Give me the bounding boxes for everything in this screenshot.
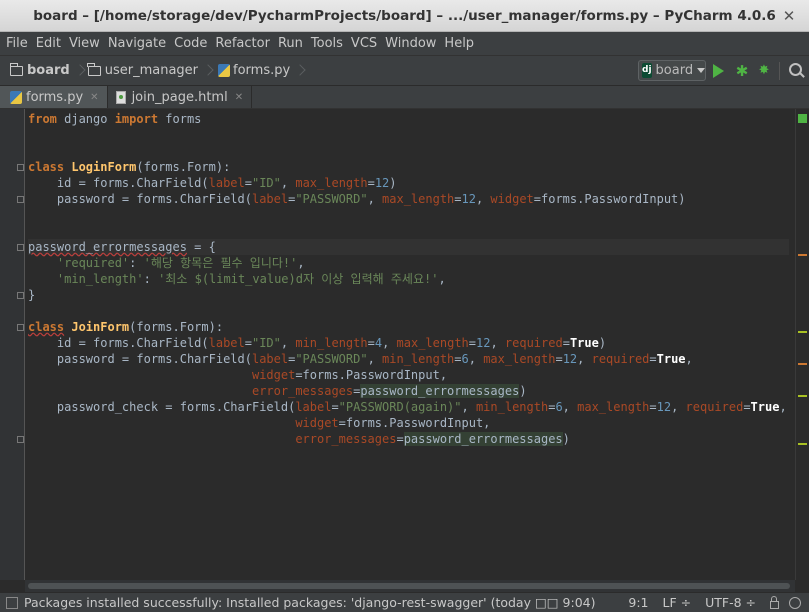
- close-window-icon[interactable]: ✕: [781, 8, 797, 24]
- code-line: 'min_length': '최소 $(limit_value)d자 이상 입력…: [56, 272, 446, 286]
- django-icon: dj: [642, 63, 652, 78]
- fold-icon[interactable]: [17, 244, 24, 251]
- folder-icon: [9, 62, 23, 76]
- file-encoding[interactable]: UTF-8 ÷: [705, 595, 756, 610]
- code-line: 'required': '해당 항목은 필수 입니다!',: [56, 256, 305, 270]
- hector-inspector-icon[interactable]: [789, 596, 801, 609]
- breadcrumb-forms-py[interactable]: forms.py: [212, 56, 304, 86]
- code-line: password = forms.CharField(label="PASSWO…: [28, 352, 693, 366]
- inspection-ok-icon[interactable]: [798, 114, 807, 123]
- fold-icon[interactable]: [17, 292, 24, 299]
- code-line: }: [28, 288, 36, 302]
- fold-icon[interactable]: [17, 436, 24, 443]
- horizontal-scrollbar[interactable]: [25, 580, 795, 592]
- code-line: id = forms.CharField(label="ID", max_len…: [28, 176, 397, 190]
- menu-edit[interactable]: Edit: [34, 36, 67, 51]
- breadcrumb-label: forms.py: [233, 63, 291, 78]
- code-line: error_messages=password_errormessages): [251, 384, 527, 398]
- fold-icon[interactable]: [17, 164, 24, 171]
- breadcrumb-separator-icon: [296, 61, 304, 81]
- menu-help[interactable]: Help: [442, 36, 480, 51]
- menu-vcs[interactable]: VCS: [349, 36, 383, 51]
- navigation-bar: board user_manager forms.py dj board ✱ ✸: [0, 56, 809, 86]
- menu-bar: File Edit View Navigate Code Refactor Ru…: [0, 32, 809, 56]
- breadcrumb-separator-icon: [204, 61, 212, 81]
- editor-tabs: forms.py ✕ join_page.html ✕: [0, 86, 809, 109]
- breadcrumb-user-manager[interactable]: user_manager: [84, 56, 212, 86]
- tab-forms-py[interactable]: forms.py ✕: [0, 86, 108, 108]
- code-line: widget=forms.PasswordInput,: [295, 416, 491, 430]
- info-marker[interactable]: [798, 395, 807, 397]
- toolbar-divider: [779, 62, 780, 80]
- code-line: class JoinForm(forms.Form):: [28, 320, 224, 334]
- error-stripe[interactable]: [795, 109, 809, 580]
- menu-tools[interactable]: Tools: [309, 36, 349, 51]
- breadcrumb-label: user_manager: [104, 63, 199, 78]
- search-icon[interactable]: [789, 63, 805, 79]
- warning-marker[interactable]: [798, 254, 807, 256]
- code-line: widget=forms.PasswordInput,: [251, 368, 448, 382]
- folder-icon: [87, 62, 101, 76]
- menu-run[interactable]: Run: [276, 36, 309, 51]
- tab-label: join_page.html: [131, 89, 228, 105]
- info-marker[interactable]: [798, 331, 807, 333]
- breadcrumb-separator-icon: [76, 61, 84, 81]
- code-line: id = forms.CharField(label="ID", min_len…: [28, 336, 607, 350]
- code-text[interactable]: from django import forms class LoginForm…: [28, 111, 789, 447]
- run-configuration-label: board: [655, 63, 694, 78]
- lock-icon[interactable]: [770, 595, 779, 609]
- run-with-coverage-icon[interactable]: ✸: [756, 63, 772, 79]
- close-tab-icon[interactable]: ✕: [90, 92, 98, 103]
- code-line: password_check = forms.CharField(label="…: [28, 400, 787, 414]
- scrollbar-thumb[interactable]: [28, 583, 790, 589]
- code-line: error_messages=password_errormessages): [295, 432, 570, 446]
- menu-navigate[interactable]: Navigate: [106, 36, 172, 51]
- menu-view[interactable]: View: [67, 36, 106, 51]
- fold-icon[interactable]: [17, 324, 24, 331]
- run-configuration-select[interactable]: dj board: [638, 60, 706, 81]
- menu-refactor[interactable]: Refactor: [213, 36, 276, 51]
- window-title: board – [/home/storage/dev/PycharmProjec…: [33, 7, 776, 24]
- menu-code[interactable]: Code: [172, 36, 213, 51]
- tab-join-page-html[interactable]: join_page.html ✕: [108, 86, 253, 108]
- code-editor[interactable]: from django import forms class LoginForm…: [0, 109, 809, 592]
- html-file-icon: [115, 90, 126, 104]
- toggle-tool-windows-icon[interactable]: [6, 596, 18, 609]
- status-bar: Packages installed successfully: Install…: [0, 592, 809, 612]
- status-message[interactable]: Packages installed successfully: Install…: [24, 595, 628, 610]
- code-line: from django import forms: [28, 112, 202, 126]
- window-titlebar: board – [/home/storage/dev/PycharmProjec…: [0, 0, 809, 32]
- warning-marker[interactable]: [798, 363, 807, 365]
- editor-gutter: [0, 109, 25, 580]
- caret-position[interactable]: 9:1: [628, 595, 648, 610]
- code-line-current: password_errormessages = {: [28, 239, 789, 255]
- line-separator[interactable]: LF ÷: [663, 595, 692, 610]
- python-file-icon: [218, 64, 231, 77]
- debug-icon[interactable]: ✱: [734, 63, 750, 79]
- chevron-down-icon: [697, 68, 706, 73]
- tab-label: forms.py: [26, 89, 84, 105]
- run-icon[interactable]: [713, 64, 724, 78]
- breadcrumb-board[interactable]: board: [0, 56, 84, 86]
- python-file-icon: [10, 90, 22, 104]
- menu-window[interactable]: Window: [383, 36, 442, 51]
- info-marker[interactable]: [798, 443, 807, 445]
- breadcrumb-label: board: [27, 63, 70, 78]
- code-line: password = forms.CharField(label="PASSWO…: [28, 192, 686, 206]
- fold-icon[interactable]: [17, 196, 24, 203]
- code-line: class LoginForm(forms.Form):: [28, 160, 231, 174]
- menu-file[interactable]: File: [4, 36, 34, 51]
- close-tab-icon[interactable]: ✕: [235, 92, 243, 103]
